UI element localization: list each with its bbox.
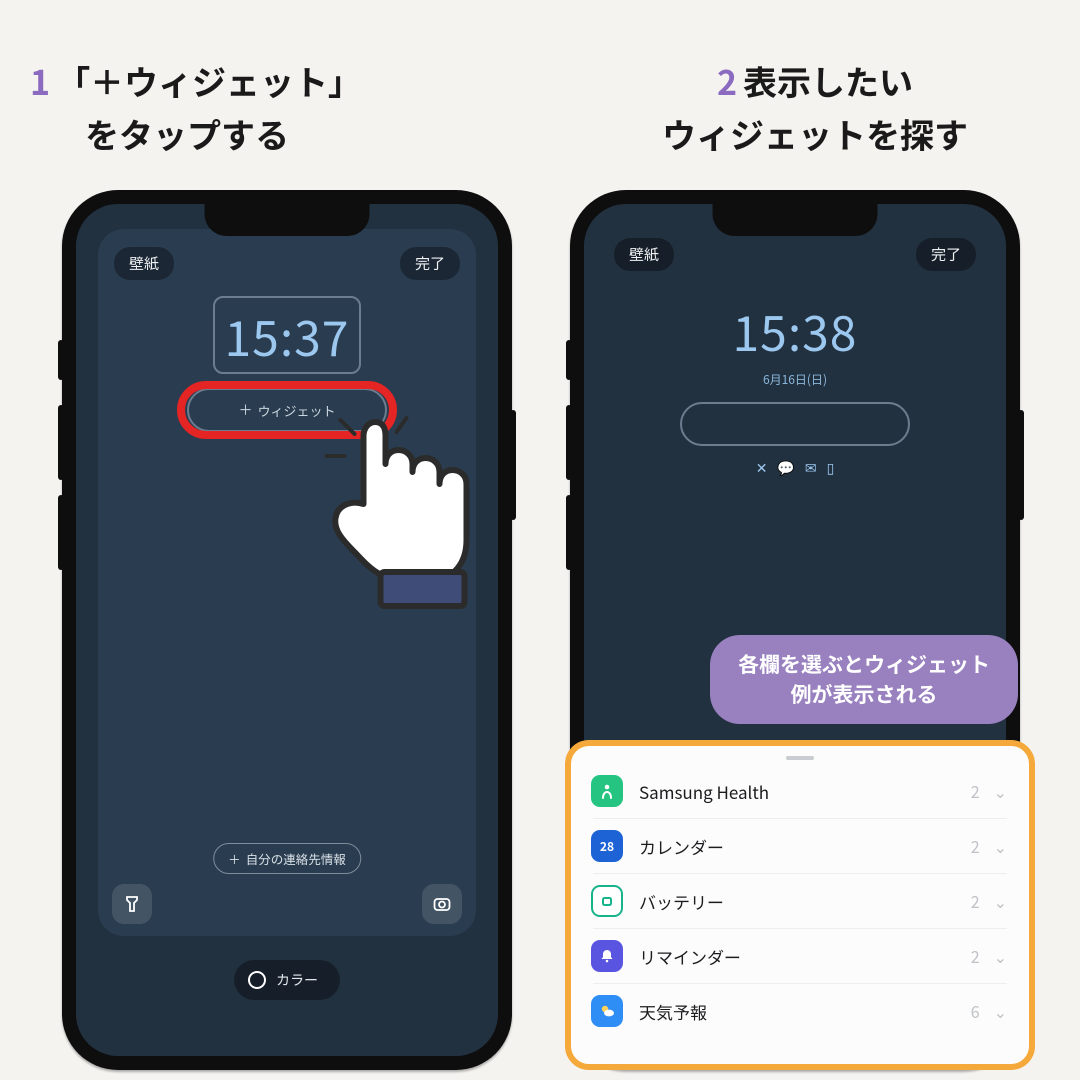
color-label: カラー: [276, 970, 318, 990]
step-2-number: 2: [717, 56, 737, 105]
widget-name: リマインダー: [639, 944, 971, 969]
step-2-line1: 表示したい: [743, 56, 913, 105]
widget-count: 2: [971, 779, 980, 803]
phone-left: 壁紙 完了 15:37 ＋ ウィジェット: [62, 190, 512, 1070]
calendar-date: 28: [600, 838, 614, 855]
missed-call-icon: ✕: [756, 458, 768, 478]
camera-icon[interactable]: [422, 884, 462, 924]
widget-row-battery[interactable]: バッテリー 2 ⌄: [593, 873, 1007, 928]
widget-row-health[interactable]: Samsung Health 2 ⌄: [571, 764, 1029, 818]
widget-name: Samsung Health: [639, 779, 971, 804]
step-1-line1: 「＋ウィジェット」: [56, 56, 362, 105]
widget-picker-sheet[interactable]: Samsung Health 2 ⌄ 28 カレンダー 2 ⌄ バッテリー 2 …: [565, 740, 1035, 1070]
step-1-line2: をタップする: [85, 109, 289, 158]
step-1-number: 1: [30, 56, 50, 105]
widget-count: 2: [971, 834, 980, 858]
widget-count: 6: [971, 999, 980, 1023]
contact-label: 自分の連絡先情報: [246, 849, 346, 868]
bell-icon: [591, 940, 623, 972]
wallpaper-button[interactable]: 壁紙: [614, 238, 674, 271]
weather-icon: [591, 995, 623, 1027]
wallpaper-button[interactable]: 壁紙: [114, 247, 174, 280]
color-button[interactable]: カラー: [234, 960, 340, 1000]
callout-line2: 例が表示される: [791, 679, 938, 709]
battery-icon: [591, 885, 623, 917]
notification-icons: ✕ 💬 ✉ ▯: [756, 458, 835, 478]
widget-name: 天気予報: [639, 999, 971, 1024]
widget-count: 2: [971, 889, 980, 913]
clock-time: 15:37: [225, 300, 350, 370]
plus-icon: ＋: [228, 849, 241, 868]
chevron-down-icon: ⌄: [994, 834, 1007, 858]
add-contact-button[interactable]: ＋ 自分の連絡先情報: [213, 843, 361, 874]
widget-count: 2: [971, 944, 980, 968]
mail-icon: ✉: [805, 458, 817, 478]
tap-hand-icon: [318, 412, 483, 617]
callout-line1: 各欄を選ぶとウィジェット: [738, 649, 990, 679]
clock-slot[interactable]: 15:37: [213, 296, 362, 374]
flashlight-icon[interactable]: [112, 884, 152, 924]
chevron-down-icon: ⌄: [994, 944, 1007, 968]
widget-row-reminder[interactable]: リマインダー 2 ⌄: [593, 928, 1007, 983]
done-button[interactable]: 完了: [400, 247, 460, 280]
chevron-down-icon: ⌄: [994, 889, 1007, 913]
step-1-heading: 1「＋ウィジェット」 をタップする: [30, 55, 530, 160]
widget-row-calendar[interactable]: 28 カレンダー 2 ⌄: [593, 818, 1007, 873]
step-2-line2: ウィジェットを探す: [662, 109, 968, 158]
widget-name: カレンダー: [639, 834, 971, 859]
step-2-heading: 2表示したい ウィジェットを探す: [570, 55, 1060, 160]
lockscreen-editor: 壁紙 完了 15:37 ＋ ウィジェット: [98, 229, 476, 936]
widget-row-weather[interactable]: 天気予報 6 ⌄: [593, 983, 1007, 1038]
calendar-icon: 28: [591, 830, 623, 862]
phone-icon: ▯: [827, 458, 835, 478]
clock-time: 15:38: [733, 295, 858, 365]
widget-slot[interactable]: [680, 402, 910, 446]
color-ring-icon: [248, 971, 266, 989]
date-label: 6月16日(日): [763, 371, 827, 388]
widget-name: バッテリー: [639, 889, 971, 914]
callout-bubble: 各欄を選ぶとウィジェット 例が表示される: [710, 635, 1018, 724]
done-button[interactable]: 完了: [916, 238, 976, 271]
chevron-down-icon: ⌄: [994, 779, 1007, 803]
sheet-grabber-icon[interactable]: [786, 756, 814, 760]
chat-icon: 💬: [777, 458, 794, 478]
chevron-down-icon: ⌄: [994, 999, 1007, 1023]
health-icon: [591, 775, 623, 807]
